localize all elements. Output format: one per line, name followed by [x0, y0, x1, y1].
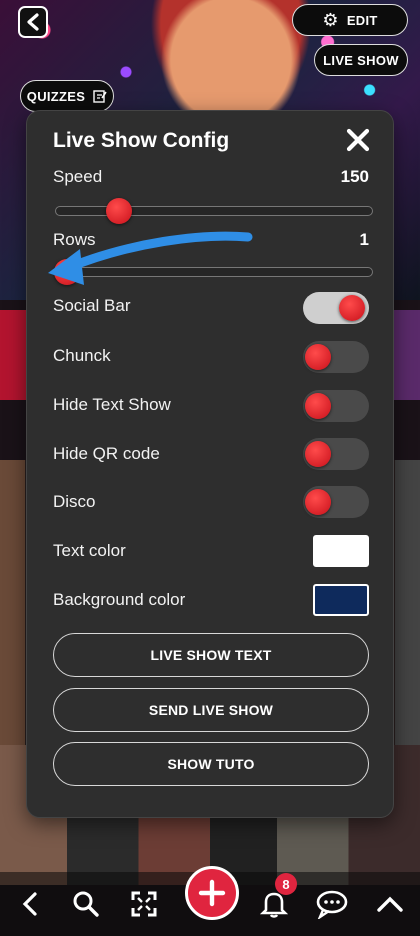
hide-qr-code-toggle[interactable]	[303, 438, 369, 470]
chunck-label: Chunck	[53, 346, 111, 365]
close-button[interactable]	[341, 123, 375, 157]
close-icon	[346, 128, 370, 152]
toggle-knob	[305, 344, 331, 370]
search-icon	[73, 891, 99, 917]
speed-slider[interactable]	[55, 198, 373, 224]
disco-toggle[interactable]	[303, 486, 369, 518]
background-color-label: Background color	[53, 590, 186, 609]
hide-qr-code-label: Hide QR code	[53, 444, 160, 463]
quizzes-button[interactable]: QUIZZES	[20, 80, 114, 112]
previous-button[interactable]	[10, 884, 50, 924]
background-color-swatch[interactable]	[313, 584, 369, 616]
chunck-toggle[interactable]	[303, 341, 369, 373]
notification-count-badge: 8	[275, 873, 297, 895]
fullscreen-icon	[131, 891, 157, 917]
live-show-text-button[interactable]: LIVE SHOW TEXT	[53, 633, 369, 677]
text-color-label: Text color	[53, 541, 126, 560]
chat-icon	[316, 890, 348, 919]
rows-slider-handle[interactable]	[54, 259, 80, 285]
social-bar-label: Social Bar	[53, 296, 131, 315]
text-color-swatch[interactable]	[313, 535, 369, 567]
hide-text-show-toggle[interactable]	[303, 390, 369, 422]
edit-button[interactable]: ⚙ EDIT	[292, 4, 408, 36]
panel-title: Live Show Config	[53, 129, 230, 152]
back-button[interactable]	[18, 6, 48, 38]
speed-label: Speed	[53, 167, 103, 186]
plus-icon	[198, 879, 226, 907]
fullscreen-button[interactable]	[124, 884, 164, 924]
rows-slider[interactable]	[54, 259, 373, 285]
toggle-knob	[339, 295, 365, 321]
toggle-knob	[305, 441, 331, 467]
rows-label: Rows	[53, 230, 96, 249]
speed-value: 150	[340, 167, 369, 186]
quizzes-label: QUIZZES	[26, 88, 86, 104]
rows-value: 1	[359, 230, 369, 249]
chat-button[interactable]	[312, 884, 352, 924]
speed-slider-handle[interactable]	[105, 198, 132, 224]
live-show-label: LIVE SHOW	[323, 52, 399, 68]
hide-text-show-label: Hide Text Show	[53, 395, 171, 414]
scroll-up-button[interactable]	[370, 884, 410, 924]
search-button[interactable]	[66, 884, 106, 924]
toggle-knob	[305, 489, 331, 515]
send-live-show-button[interactable]: SEND LIVE SHOW	[53, 688, 369, 732]
show-tuto-button[interactable]: SHOW TUTO	[53, 742, 369, 786]
toggle-knob	[305, 393, 331, 419]
add-button[interactable]	[185, 866, 239, 920]
disco-label: Disco	[53, 492, 96, 511]
edit-label: EDIT	[346, 12, 378, 28]
chevron-up-icon	[377, 896, 403, 912]
edit-note-icon	[93, 90, 107, 103]
chevron-left-icon	[22, 892, 37, 916]
live-show-button[interactable]: LIVE SHOW	[314, 44, 408, 76]
social-bar-toggle[interactable]	[303, 292, 369, 324]
back-arrow-icon	[27, 13, 39, 31]
gear-icon: ⚙	[322, 9, 339, 30]
live-show-config-panel: Live Show Config Speed 150 Rows 1 Social…	[26, 110, 394, 818]
